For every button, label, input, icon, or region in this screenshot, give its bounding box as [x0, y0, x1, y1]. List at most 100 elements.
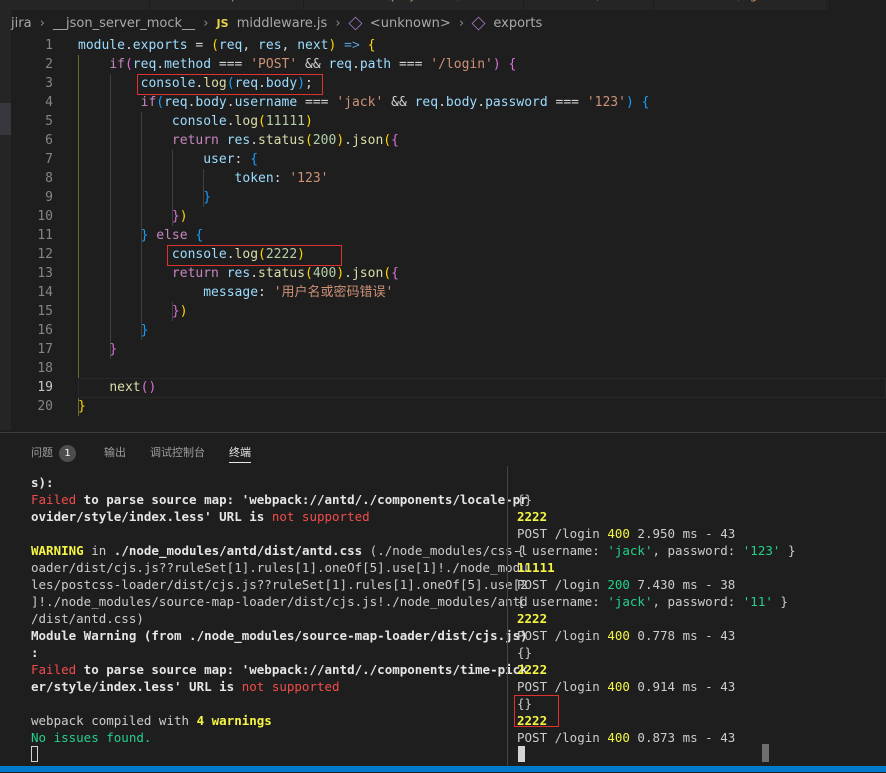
code-line-11[interactable]: 11 } else {	[11, 226, 886, 245]
code-token: token	[234, 171, 274, 186]
terminal-text: 11111	[517, 560, 555, 575]
terminal-text: les/postcss-loader/dist/cjs.js??ruleSet[…	[31, 577, 528, 592]
line-number: 2	[45, 57, 53, 72]
terminal-text: No issues found.	[31, 730, 152, 745]
code-token: {	[250, 152, 259, 167]
tab-problems[interactable]: 问题 1	[31, 444, 76, 462]
code-line-4[interactable]: 4 if(req.body.username === 'jack' && req…	[11, 93, 886, 112]
code-token: body	[445, 95, 478, 110]
terminal-right-line: 11111	[517, 559, 555, 576]
code-line-14[interactable]: 14 message: '用户名或密码错误'	[11, 283, 886, 302]
code-token: (	[305, 266, 313, 281]
code-token: .	[344, 266, 352, 281]
tab-label: .env.development	[162, 0, 270, 2]
code-token: json	[351, 133, 384, 148]
breadcrumb-item-file[interactable]: middleware.js	[237, 16, 328, 31]
code-token: {	[367, 38, 376, 53]
breadcrumb-item-folder[interactable]: __json_server_mock__	[53, 16, 195, 31]
code-token: .	[124, 38, 133, 53]
code-line-5[interactable]: 5 console.log(11111)	[11, 112, 886, 131]
tab--env[interactable]: .env 6	[30, 0, 150, 10]
code-line-15[interactable]: 15 })	[11, 302, 886, 321]
code-token: }	[109, 342, 118, 357]
terminal-left-cursor	[31, 746, 38, 762]
tab-middleware-js[interactable]: middleware.js	[828, 0, 886, 10]
code-line-2[interactable]: 2 if(req.method === 'POST' && req.path =…	[11, 55, 886, 74]
breadcrumb-item-symbol[interactable]: <unknown>	[370, 16, 451, 31]
chevron-right-icon: ›	[203, 16, 209, 31]
code-token: next	[297, 38, 329, 53]
terminal-text: 0.778 ms - 43	[629, 628, 736, 643]
terminal-text: 'jack'	[607, 543, 653, 558]
terminal-text: 2.950 ms - 43	[629, 526, 736, 541]
code-line-13[interactable]: 13 return res.status(400).json({	[11, 264, 886, 283]
breadcrumb-item-root[interactable]: jira	[11, 16, 32, 31]
code-editor[interactable]: 1 module.exports = (req, res, next) => {2…	[11, 36, 886, 428]
code-line-17[interactable]: 17 }	[11, 340, 886, 359]
tab-terminal[interactable]: 终端	[229, 444, 251, 463]
code-token: return	[171, 133, 219, 148]
code-text: user: {	[78, 150, 258, 169]
line-number: 8	[45, 171, 53, 186]
code-line-1[interactable]: 1 module.exports = (req, res, next) => {	[11, 36, 886, 55]
tab-debug-console[interactable]: 调试控制台	[150, 444, 205, 460]
terminal-text: ]!./node_modules/source-map-loader/dist/…	[31, 594, 528, 609]
terminal-left-line: oader/dist/cjs.js??ruleSet[1].rules[1].o…	[31, 559, 528, 576]
terminal-text: webpack compiled with	[31, 713, 197, 728]
code-token: .	[344, 133, 352, 148]
code-text: if(req.method === 'POST' && req.path ===…	[78, 55, 516, 74]
tab-index-ts[interactable]: index.ts 4, 6	[529, 0, 654, 10]
tab-index-tsx[interactable]: index.tsx ...\project-list\ 6	[309, 0, 524, 10]
terminal-left[interactable]: s): Failed to parse source map: 'webpack:…	[31, 474, 528, 746]
terminal-text: POST /login	[517, 577, 608, 592]
code-token: {	[391, 133, 399, 148]
code-line-20[interactable]: 20}	[11, 397, 886, 416]
line-number: 4	[45, 95, 53, 110]
code-token: log	[234, 247, 259, 262]
code-token: path	[359, 57, 392, 72]
code-token: next	[109, 380, 141, 395]
line-number: 13	[37, 266, 53, 281]
code-line-16[interactable]: 16 }	[11, 321, 886, 340]
code-line-18[interactable]: 18	[11, 359, 886, 378]
tab-suffix: 6	[64, 0, 76, 2]
code-line-10[interactable]: 10 })	[11, 207, 886, 226]
tab-output[interactable]: 输出	[104, 444, 126, 460]
activity-bar-active-item[interactable]	[0, 103, 11, 135]
code-token: (	[124, 57, 133, 72]
terminal-text: }	[780, 543, 796, 558]
tab-index-tsx[interactable]: index.tsx ...\login 6	[657, 0, 827, 10]
symbol-cube-icon	[471, 16, 486, 31]
code-line-6[interactable]: 6 return res.status(200).json({	[11, 131, 886, 150]
terminal-text: WARNING	[31, 543, 84, 558]
terminal-right[interactable]: {} 2222 POST /login 400 2.950 ms - 43{ use…	[517, 491, 882, 746]
terminal-text: 400	[607, 679, 630, 694]
code-token: }	[140, 323, 149, 338]
breadcrumb-item-exports[interactable]: exports	[493, 16, 542, 31]
tab--env-development[interactable]: .env.development 6	[154, 0, 304, 10]
terminal-split-divider[interactable]	[507, 466, 508, 772]
code-text: message: '用户名或密码错误'	[78, 283, 393, 302]
code-line-12[interactable]: 12 console.log(2222)	[11, 245, 886, 264]
terminal-scrollbar-thumb[interactable]	[762, 744, 769, 762]
code-line-19[interactable]: 19 next()	[11, 378, 886, 398]
code-token: (	[258, 114, 266, 129]
code-line-7[interactable]: 7 user: {	[11, 150, 886, 169]
code-text: module.exports = (req, res, next) => {	[78, 36, 375, 55]
code-line-8[interactable]: 8 token: '123'	[11, 169, 886, 188]
code-token: console	[171, 114, 227, 129]
code-token: =	[187, 38, 212, 53]
terminal-text: 200	[607, 577, 630, 592]
line-number: 19	[37, 380, 53, 395]
terminal-right-line: 2222	[517, 661, 547, 678]
code-line-9[interactable]: 9 }	[11, 188, 886, 207]
code-line-3[interactable]: 3 console.log(req.body);	[11, 74, 886, 93]
code-token: log	[234, 114, 259, 129]
chevron-right-icon: ›	[335, 16, 341, 31]
code-token: .	[258, 76, 266, 91]
